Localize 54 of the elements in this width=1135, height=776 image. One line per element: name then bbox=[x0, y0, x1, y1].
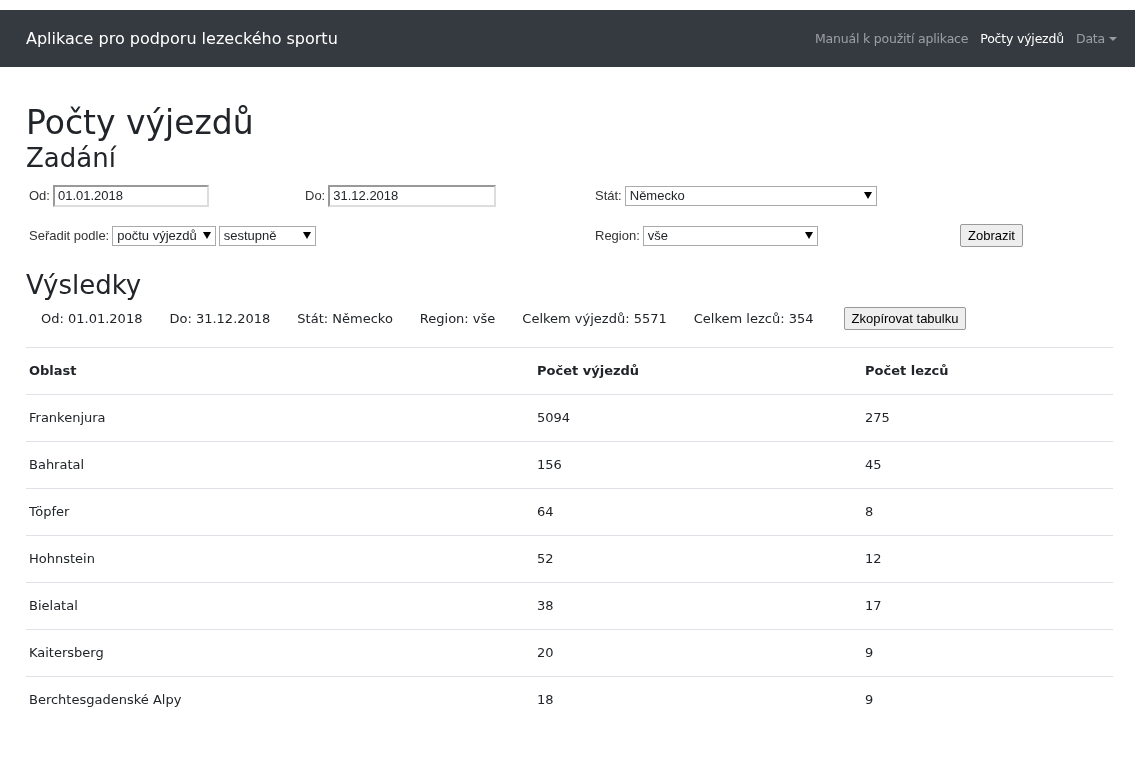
field-label: Seřadit podle: bbox=[29, 228, 110, 244]
table-cell: Hohnstein bbox=[29, 551, 95, 567]
section-title: Výsledky bbox=[26, 269, 143, 301]
summary-text: Region: vše bbox=[419, 311, 496, 327]
nav-link[interactable]: Počty výjezdů bbox=[980, 31, 1064, 46]
table-cell: Töpfer bbox=[29, 504, 70, 520]
sort-select[interactable]: počtu výjezdů bbox=[112, 225, 216, 246]
table-cell: Frankenjura bbox=[29, 410, 106, 426]
summary-text: Stát: Německo bbox=[297, 311, 393, 327]
table-cell: 52 bbox=[537, 551, 554, 567]
copy-table-button[interactable]: Zkopírovat tabulku bbox=[843, 307, 967, 331]
dropdown-menu-link[interactable]: Data bbox=[1075, 31, 1117, 46]
order-select[interactable]: sestupně bbox=[218, 225, 316, 246]
column-header: Počet výjezdů bbox=[537, 363, 640, 379]
field-label: Od: bbox=[29, 188, 50, 204]
table-cell: 9 bbox=[865, 645, 874, 661]
caret-icon bbox=[302, 232, 311, 240]
summary-text: Od: 01.01.2018 bbox=[41, 311, 143, 327]
table-cell: 18 bbox=[537, 692, 554, 708]
table-cell: 9 bbox=[865, 692, 874, 708]
field-label: Region: bbox=[595, 228, 640, 244]
table-cell: 156 bbox=[537, 457, 562, 473]
summary-text: Celkem výjezdů: 5571 bbox=[522, 311, 667, 327]
section-title: Zadání bbox=[26, 142, 118, 174]
table-cell: Kaitersberg bbox=[29, 645, 104, 661]
table-cell: 20 bbox=[537, 645, 554, 661]
caret-icon bbox=[863, 192, 872, 200]
table-cell: Berchtesgadenské Alpy bbox=[29, 692, 182, 708]
date-field[interactable]: 31.12.2018 bbox=[328, 184, 497, 207]
table-cell: 275 bbox=[865, 410, 890, 426]
column-header: Počet lezců bbox=[865, 363, 949, 379]
table-cell: 64 bbox=[537, 504, 554, 520]
table-cell: 12 bbox=[865, 551, 882, 567]
field-label: Stát: bbox=[595, 188, 622, 204]
date-field[interactable]: 01.01.2018 bbox=[52, 184, 209, 207]
region-select[interactable]: vše bbox=[642, 225, 818, 246]
table-cell: Bielatal bbox=[29, 598, 78, 614]
table-cell: 8 bbox=[865, 504, 874, 520]
caret-icon bbox=[202, 232, 211, 240]
summary-text: Celkem lezců: 354 bbox=[693, 311, 814, 327]
field-label: Do: bbox=[305, 188, 326, 204]
table-cell: 5094 bbox=[537, 410, 571, 426]
table-cell: 38 bbox=[537, 598, 554, 614]
table-cell: 45 bbox=[865, 457, 882, 473]
column-header: Oblast bbox=[29, 363, 77, 379]
show-button[interactable]: Zobrazit bbox=[960, 224, 1023, 248]
table-cell: Bahratal bbox=[29, 457, 85, 473]
nav-link[interactable]: Manuál k použití aplikace bbox=[815, 31, 969, 46]
table-cell: 17 bbox=[865, 598, 882, 614]
page-title: Počty výjezdů bbox=[26, 103, 255, 143]
summary-text: Do: 31.12.2018 bbox=[169, 311, 271, 327]
app-brand[interactable]: Aplikace pro podporu lezeckého sportu bbox=[26, 29, 338, 48]
caret-icon bbox=[804, 232, 813, 240]
country-select[interactable]: Německo bbox=[624, 185, 877, 206]
